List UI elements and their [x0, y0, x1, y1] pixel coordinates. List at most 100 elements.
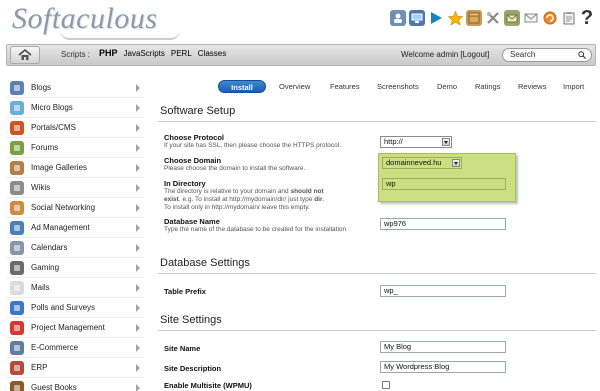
search-icon[interactable]	[578, 51, 586, 59]
user-icon	[10, 80, 24, 95]
domain-select[interactable]: domainneved.hu	[382, 157, 462, 169]
top-nav-bar: Scripts : PHP JavaScripts PERL Classes W…	[6, 44, 596, 66]
sidebar-item-guest-books[interactable]: Guest Books	[6, 378, 144, 391]
sidebar-item-image-galleries[interactable]: Image Galleries	[6, 158, 144, 178]
script-link-javascripts[interactable]: JavaScripts	[124, 49, 165, 58]
database-name-input[interactable]: wp976	[380, 218, 506, 230]
in-directory-desc: The directory is relative to your domain…	[164, 188, 379, 212]
refresh-icon[interactable]	[542, 10, 558, 26]
sidebar-item-label: Gaming	[31, 263, 60, 272]
sidebar-item-gaming[interactable]: Gaming	[6, 258, 144, 278]
sidebar-item-label: Ad Management	[31, 223, 90, 232]
sidebar-item-label: Portals/CMS	[31, 123, 76, 132]
table-prefix-input[interactable]: wp_	[380, 285, 506, 297]
site-description-input[interactable]: My Wordpress Blog	[380, 361, 506, 373]
database-name-label: Database Name	[164, 217, 220, 226]
divider	[158, 273, 596, 274]
top-icon-bar: ?	[390, 8, 594, 28]
protocol-select[interactable]: http://	[380, 136, 452, 148]
tab-features[interactable]: Features	[330, 80, 360, 93]
chevron-right-icon	[136, 364, 140, 372]
sidebar-item-forums[interactable]: Forums	[6, 138, 144, 158]
domain-value: domainneved.hu	[386, 158, 442, 167]
script-link-php[interactable]: PHP	[99, 48, 118, 58]
sidebar-item-mails[interactable]: Mails	[6, 278, 144, 298]
clipboard-icon[interactable]	[561, 10, 577, 26]
sidebar-item-label: Forums	[31, 143, 59, 152]
search-input[interactable]: Search	[502, 48, 592, 62]
mail-icon[interactable]	[504, 10, 520, 26]
user-icon[interactable]	[390, 10, 406, 26]
sidebar-item-ad-management[interactable]: Ad Management	[6, 218, 144, 238]
sidebar-item-portals-cms[interactable]: Portals/CMS	[6, 118, 144, 138]
sidebar-item-social-networking[interactable]: Social Networking	[6, 198, 144, 218]
directory-desc-text: The directory is relative to your domain…	[164, 188, 289, 195]
tab-ratings[interactable]: Ratings	[475, 80, 500, 93]
ad-icon	[10, 220, 24, 235]
chevron-right-icon	[136, 384, 140, 391]
choose-domain-label: Choose Domain	[164, 156, 222, 165]
pie-icon	[10, 300, 24, 315]
directory-desc-text: To install only in http://mydomain/ leav…	[164, 204, 310, 211]
sidebar-item-wikis[interactable]: Wikis	[6, 178, 144, 198]
chevron-right-icon	[136, 124, 140, 132]
chevron-right-icon	[136, 164, 140, 172]
play-icon[interactable]	[428, 10, 444, 26]
sidebar-item-label: Calendars	[31, 243, 68, 252]
tab-screenshots[interactable]: Screenshots	[377, 80, 419, 93]
sidebar-item-micro-blogs[interactable]: Micro Blogs	[6, 98, 144, 118]
table-prefix-label: Table Prefix	[164, 287, 206, 296]
gamepad-icon	[10, 260, 24, 275]
directory-input[interactable]: wp	[382, 178, 506, 190]
script-link-perl[interactable]: PERL	[171, 49, 192, 58]
tab-import[interactable]: Import	[563, 80, 584, 93]
sidebar-item-label: Image Galleries	[31, 163, 88, 172]
script-link-classes[interactable]: Classes	[198, 49, 226, 58]
sidebar-item-project-management[interactable]: Project Management	[6, 318, 144, 338]
chevron-right-icon	[136, 224, 140, 232]
envelope-icon[interactable]	[523, 10, 539, 26]
star-icon[interactable]	[447, 10, 463, 26]
sidebar-item-label: ERP	[31, 363, 48, 372]
help-icon[interactable]: ?	[580, 8, 594, 28]
tab-install[interactable]: Install	[218, 80, 266, 93]
home-icon	[18, 49, 32, 60]
sidebar-item-label: E-Commerce	[31, 343, 79, 352]
sidebar-item-label: Polls and Surveys	[31, 303, 96, 312]
choose-protocol-desc: If your site has SSL, then please choose…	[164, 142, 342, 149]
chevron-right-icon	[136, 84, 140, 92]
site-name-input[interactable]: My Blog	[380, 341, 506, 353]
tab-reviews[interactable]: Reviews	[518, 80, 546, 93]
project-icon	[10, 320, 24, 335]
tools-icon[interactable]	[485, 10, 501, 26]
mail-icon	[10, 280, 24, 295]
in-directory-label: In Directory	[164, 179, 206, 188]
chevron-right-icon	[136, 204, 140, 212]
image-icon	[10, 160, 24, 175]
choose-domain-desc: Please choose the domain to install the …	[164, 165, 306, 172]
choose-protocol-label: Choose Protocol	[164, 133, 225, 142]
chevron-down-icon	[452, 159, 460, 167]
home-button[interactable]	[10, 46, 40, 64]
portal-icon	[10, 120, 24, 135]
calendar-icon	[10, 240, 24, 255]
search-placeholder: Search	[510, 50, 536, 59]
sidebar-item-e-commerce[interactable]: E-Commerce	[6, 338, 144, 358]
divider	[158, 330, 596, 331]
forum-icon	[10, 140, 24, 155]
tab-demo[interactable]: Demo	[437, 80, 457, 93]
desktop-icon[interactable]	[409, 10, 425, 26]
tab-overview[interactable]: Overview	[279, 80, 310, 93]
sidebar-item-blogs[interactable]: Blogs	[6, 78, 144, 98]
sidebar-item-polls-and-surveys[interactable]: Polls and Surveys	[6, 298, 144, 318]
multisite-checkbox[interactable]	[382, 381, 390, 389]
erp-icon	[10, 360, 24, 375]
logo-swirl	[60, 30, 180, 40]
sidebar-item-erp[interactable]: ERP	[6, 358, 144, 378]
welcome-logout-link[interactable]: Welcome admin [Logout]	[401, 50, 489, 59]
scripts-links: PHP JavaScripts PERL Classes	[99, 48, 226, 58]
section-title-site-settings: Site Settings	[160, 314, 222, 326]
box-icon[interactable]	[466, 10, 482, 26]
sidebar-item-calendars[interactable]: Calendars	[6, 238, 144, 258]
enable-multisite-label: Enable Multisite (WPMU)	[164, 381, 252, 390]
